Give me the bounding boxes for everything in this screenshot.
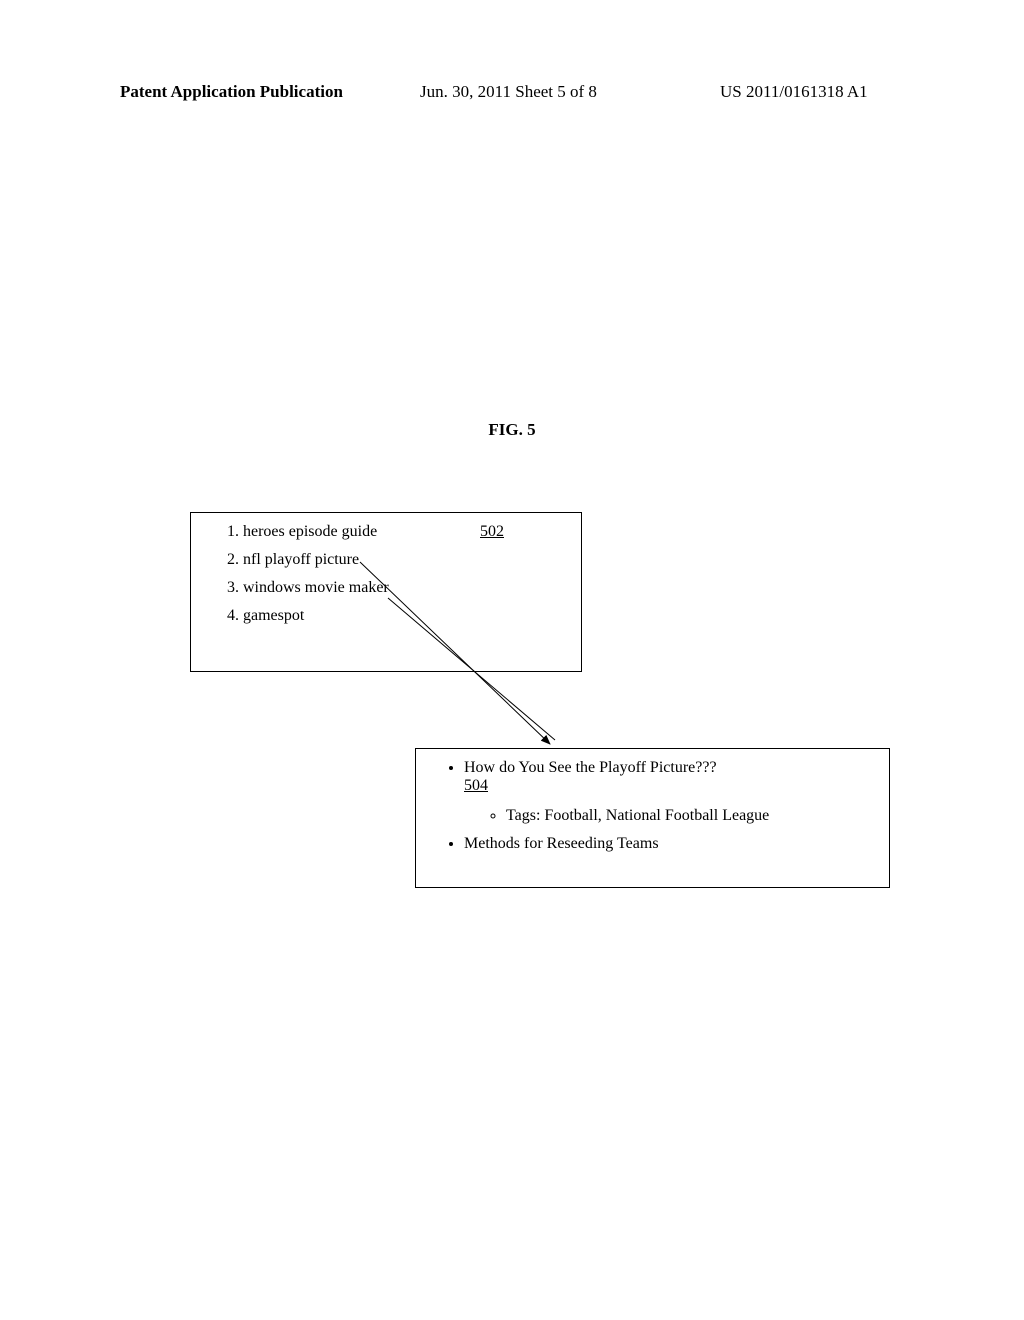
list-502: heroes episode guide nfl playoff picture… — [209, 523, 563, 625]
list-item: nfl playoff picture — [243, 551, 563, 569]
list-item: heroes episode guide — [243, 523, 563, 541]
header-right: US 2011/0161318 A1 — [720, 82, 868, 102]
reference-numeral-502: 502 — [480, 523, 504, 541]
item-text: How do You See the Playoff Picture??? — [464, 759, 717, 776]
sub-list: Tags: Football, National Football League — [464, 807, 879, 825]
tags-item: Tags: Football, National Football League — [506, 807, 879, 825]
header-left: Patent Application Publication — [120, 82, 343, 102]
list-item: windows movie maker — [243, 579, 563, 597]
reference-numeral-504: 504 — [464, 777, 879, 795]
item-text: Methods for Reseeding Teams — [464, 835, 659, 852]
list-item: gamespot — [243, 607, 563, 625]
list-item: Methods for Reseeding Teams — [464, 835, 879, 853]
header-center: Jun. 30, 2011 Sheet 5 of 8 — [420, 82, 597, 102]
figure-label: FIG. 5 — [0, 420, 1024, 440]
box-504: How do You See the Playoff Picture??? 50… — [415, 748, 890, 888]
list-item: How do You See the Playoff Picture??? 50… — [464, 759, 879, 825]
box-502: heroes episode guide nfl playoff picture… — [190, 512, 582, 672]
list-504: How do You See the Playoff Picture??? 50… — [426, 759, 879, 853]
